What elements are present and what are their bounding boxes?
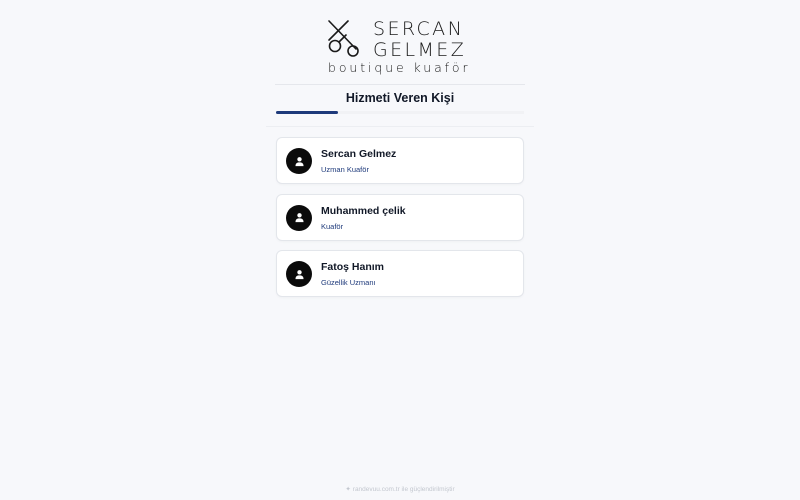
avatar <box>286 204 312 231</box>
avatar <box>286 148 312 174</box>
booking-page: SERCAN GELMEZ boutique kuaför Hizmeti Ve… <box>0 0 800 500</box>
staff-role: Kuaför <box>321 221 344 231</box>
user-icon <box>294 269 304 279</box>
brand-tagline: boutique kuaför <box>328 60 471 75</box>
staff-card-sercan-gelmez[interactable]: Sercan Gelmez Uzman Kuaför <box>276 137 524 184</box>
section-divider <box>266 126 534 127</box>
user-icon <box>294 156 304 166</box>
staff-name: Sercan Gelmez <box>321 148 397 160</box>
header-divider <box>275 84 525 85</box>
brand-name: SERCAN GELMEZ <box>373 19 466 61</box>
staff-role: Güzellik Uzmanı <box>321 278 376 287</box>
step-title: Hizmeti Veren Kişi <box>345 91 455 105</box>
brand-logo: SERCAN GELMEZ boutique kuaför <box>326 16 476 76</box>
staff-name: Muhammed çelik <box>321 204 406 217</box>
staff-card-fatos-hanim[interactable]: Fatoş Hanım Güzellik Uzmanı <box>276 250 524 297</box>
staff-name: Fatoş Hanım <box>321 261 385 273</box>
step-progress-bar <box>276 111 524 114</box>
brand-name-line2: GELMEZ <box>373 39 467 61</box>
staff-role: Uzman Kuaför <box>321 165 369 174</box>
sparkle-icon: ✦ <box>345 486 351 493</box>
powered-by-text[interactable]: randevuu.com.tr ile güçlendirilmiştir <box>353 486 455 493</box>
staff-list: Sercan Gelmez Uzman Kuaför Muhammed çeli… <box>276 137 524 307</box>
staff-card-muhammed-celik[interactable]: Muhammed çelik Kuaför <box>276 193 524 241</box>
scissors-logo-icon <box>328 20 359 57</box>
avatar <box>286 261 312 287</box>
user-icon <box>294 213 304 223</box>
powered-by-footer: ✦ randevuu.com.tr ile güçlendirilmiştir <box>0 485 800 493</box>
step-progress-fill <box>276 111 338 114</box>
brand-name-line1: SERCAN <box>373 18 465 40</box>
